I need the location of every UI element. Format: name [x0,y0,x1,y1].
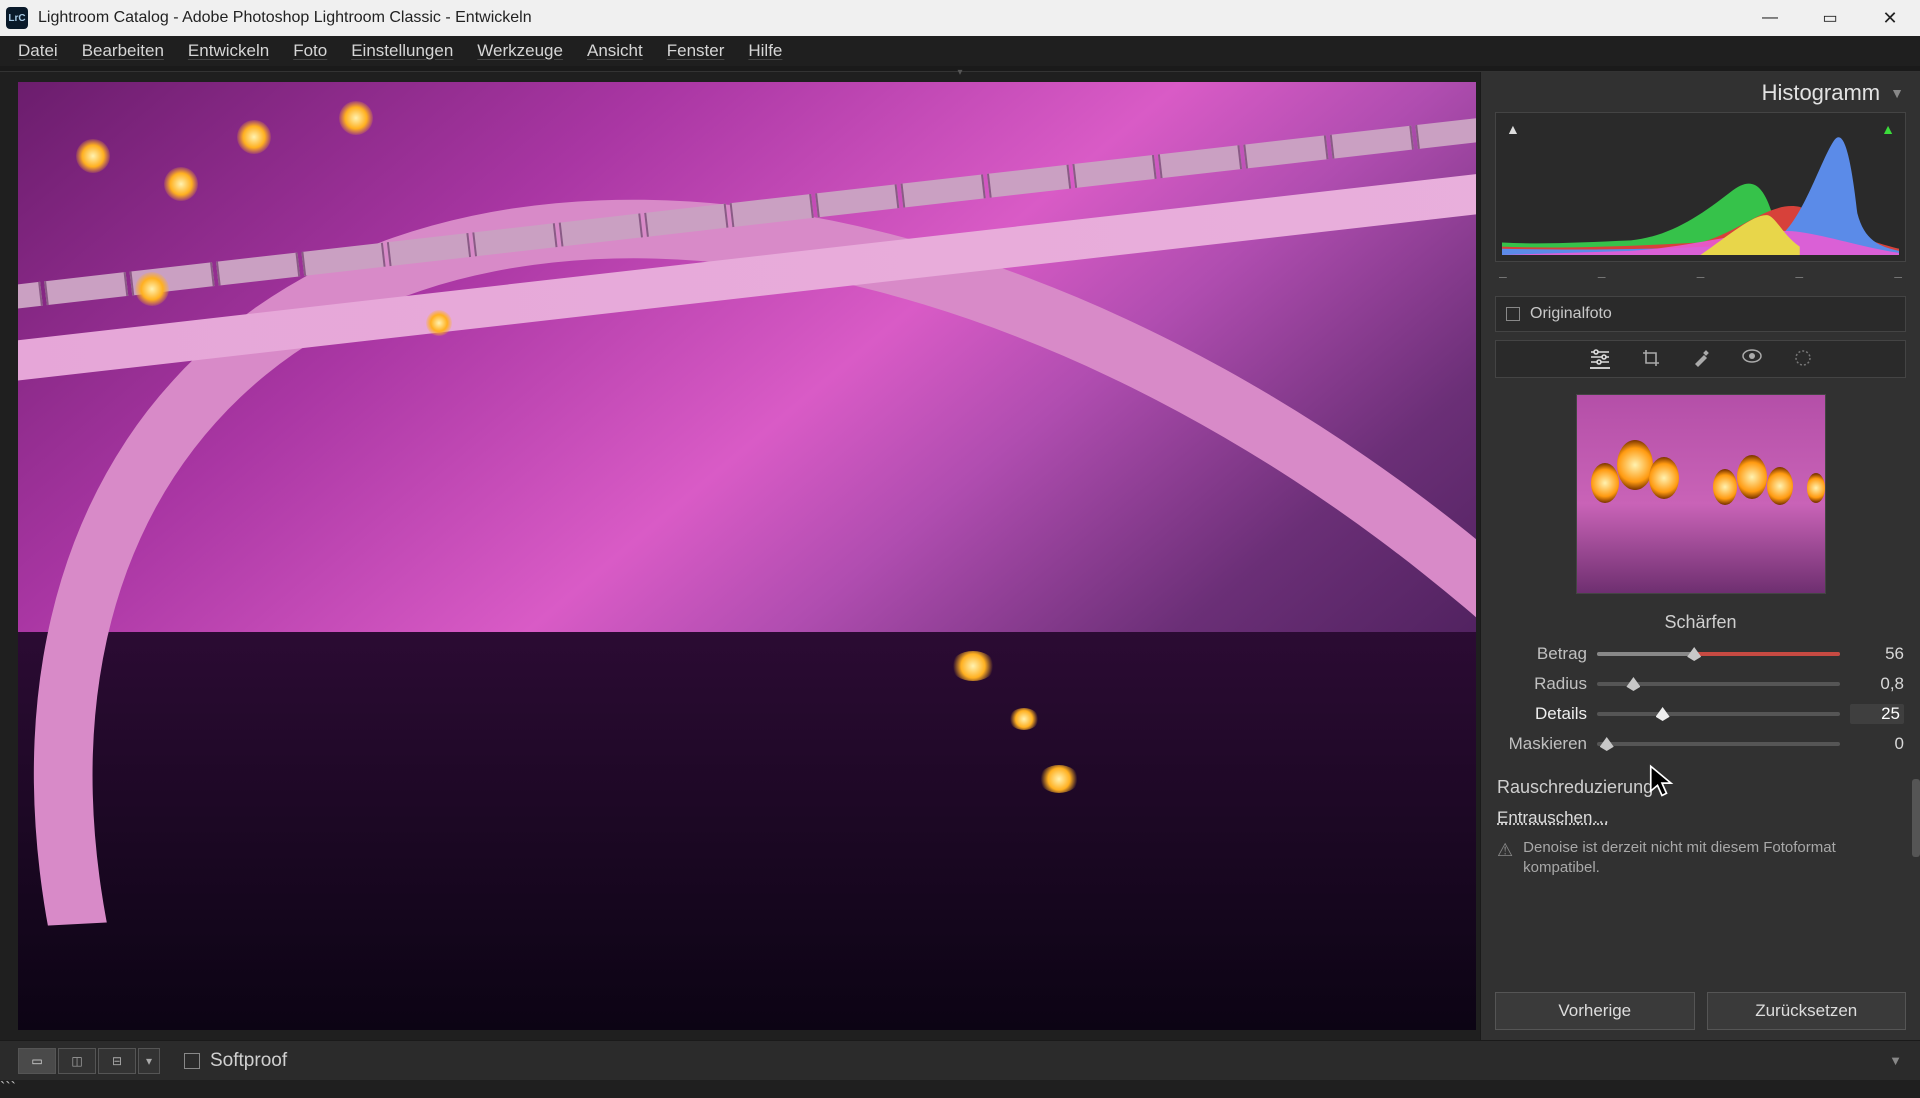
heal-brush-icon[interactable] [1692,349,1710,369]
tool-strip [1495,340,1906,378]
menu-hilfe[interactable]: Hilfe [736,37,794,65]
sharpen-title: Schärfen [1481,608,1920,639]
highlight-clip-icon[interactable]: ▲ [1881,121,1895,137]
menu-entwickeln[interactable]: Entwickeln [176,37,281,65]
menu-datei[interactable]: Datei [6,37,70,65]
close-button[interactable]: ✕ [1860,0,1920,36]
original-photo-toggle[interactable]: Originalfoto [1495,296,1906,332]
menu-fenster[interactable]: Fenster [655,37,737,65]
view-mode-dropdown[interactable]: ▾ [138,1048,160,1074]
checkbox-icon[interactable] [184,1053,200,1069]
title-bar: LrC Lightroom Catalog - Adobe Photoshop … [0,0,1920,36]
maximize-button[interactable]: ▭ [1800,0,1860,36]
toolbar-dropdown[interactable]: ▼ [1889,1053,1902,1068]
photo-canvas[interactable] [18,82,1476,1030]
loupe-view-button[interactable]: ▭ [18,1048,56,1074]
slider-details[interactable]: Details 25 [1497,699,1904,729]
panel-scrollbar[interactable] [1912,160,1920,1020]
denoise-warning: ⚠ Denoise ist derzeit nicht mit diesem F… [1497,838,1904,879]
histogram[interactable]: ▲ ▲ [1495,112,1906,262]
edit-sliders-icon[interactable] [1590,349,1610,369]
crop-icon[interactable] [1642,349,1660,369]
redeye-icon[interactable] [1742,349,1762,369]
original-photo-label: Originalfoto [1530,305,1612,323]
histogram-label: Histogramm [1762,80,1881,106]
slider-betrag[interactable]: Betrag 56 [1497,639,1904,669]
menu-foto[interactable]: Foto [281,37,339,65]
histogram-readout: ––––– [1499,268,1902,284]
view-mode-switcher: ▭ ◫ ⊟ ▾ [18,1048,160,1074]
menu-bearbeiten[interactable]: Bearbeiten [70,37,176,65]
mask-icon[interactable] [1794,349,1812,369]
slider-maskieren[interactable]: Maskieren 0 [1497,729,1904,759]
minimize-button[interactable]: — [1740,0,1800,36]
menu-einstellungen[interactable]: Einstellungen [339,37,465,65]
app-icon: LrC [6,7,28,29]
secondary-toolbar: ▭ ◫ ⊟ ▾ Softproof ▼ [0,1040,1920,1080]
shadow-clip-icon[interactable]: ▲ [1506,121,1520,137]
softproof-toggle[interactable]: Softproof [184,1050,287,1072]
image-viewer[interactable] [0,72,1480,1040]
module-divider: ▾ [0,66,1920,72]
noise-reduction-title: Rauschreduzierung [1497,777,1904,798]
detail-preview[interactable] [1576,394,1826,594]
checkbox-icon[interactable] [1506,307,1520,321]
reset-button[interactable]: Zurücksetzen [1707,992,1907,1030]
warning-icon: ⚠ [1497,838,1513,879]
develop-panel: Histogramm ▼ ▲ ▲ ––––– Originalfoto [1480,72,1920,1040]
before-after-tb-button[interactable]: ⊟ [98,1048,136,1074]
sharpen-sliders: Betrag 56 Radius 0,8 Details 25 Maskiere… [1497,639,1904,759]
menu-ansicht[interactable]: Ansicht [575,37,655,65]
menu-werkzeuge[interactable]: Werkzeuge [465,37,575,65]
menu-bar: Datei Bearbeiten Entwickeln Foto Einstel… [0,36,1920,66]
chevron-down-icon[interactable]: ▼ [1890,85,1904,101]
before-after-lr-button[interactable]: ◫ [58,1048,96,1074]
previous-button[interactable]: Vorherige [1495,992,1695,1030]
denoise-button[interactable]: Entrauschen… [1497,808,1904,828]
slider-radius[interactable]: Radius 0,8 [1497,669,1904,699]
histogram-header[interactable]: Histogramm ▼ [1481,72,1920,112]
window-title: Lightroom Catalog - Adobe Photoshop Ligh… [38,9,1740,27]
